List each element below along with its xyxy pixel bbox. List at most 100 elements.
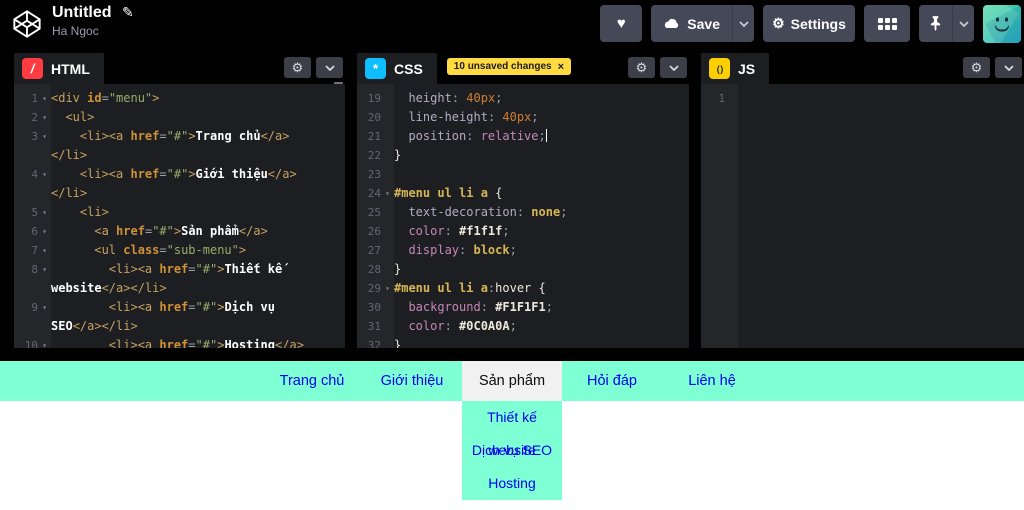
- chevron-down-icon: [1004, 65, 1014, 71]
- html-settings-button[interactable]: ⚙: [284, 57, 311, 78]
- code-line[interactable]: 24▾#menu ul li a {: [357, 184, 689, 203]
- html-code-editor[interactable]: 1▾<div id="menu">2▾ <ul>3▾ <li><a href="…: [14, 84, 345, 348]
- code-line[interactable]: website</a></li>: [14, 279, 345, 298]
- menu-item[interactable]: Hỏi đáp: [562, 361, 662, 401]
- menu-link[interactable]: Hỏi đáp: [587, 373, 637, 389]
- menu-item[interactable]: Sản phẩm: [462, 361, 562, 401]
- code-line[interactable]: 7▾ <ul class="sub-menu">: [14, 241, 345, 260]
- fold-arrow-icon[interactable]: ▾: [38, 241, 51, 260]
- pin-button[interactable]: [919, 5, 952, 42]
- menu-link[interactable]: Giới thiệu: [381, 373, 444, 389]
- code-line[interactable]: 2▾ <ul>: [14, 108, 345, 127]
- menu-link[interactable]: Trang chủ: [280, 373, 345, 389]
- code-line[interactable]: 19 height: 40px;: [357, 89, 689, 108]
- fold-spacer: [381, 165, 394, 184]
- code-line[interactable]: 10▾ <li><a href="#">Hosting</a>: [14, 336, 345, 348]
- fold-arrow-icon[interactable]: ▾: [38, 89, 51, 108]
- html-collapse-button[interactable]: [316, 57, 343, 78]
- settings-button[interactable]: ⚙ Settings: [763, 5, 855, 42]
- code-line[interactable]: SEO</a></li>: [14, 317, 345, 336]
- css-collapse-button[interactable]: [660, 57, 687, 78]
- code-line[interactable]: 31 color: #0C0A0A;: [357, 317, 689, 336]
- pin-dropdown-button[interactable]: [952, 5, 974, 42]
- chevron-down-icon: [325, 65, 335, 71]
- code-line[interactable]: 25 text-decoration: none;: [357, 203, 689, 222]
- fold-arrow-icon[interactable]: ▾: [38, 165, 51, 184]
- panel-css: *CSS 10 unsaved changes× ⚙ 19 height: 40px;…: [357, 53, 689, 348]
- save-dropdown-button[interactable]: [732, 5, 754, 42]
- line-number: [14, 146, 38, 165]
- menu-link[interactable]: Sản phẩm: [479, 373, 545, 389]
- submenu-link[interactable]: Hosting: [488, 475, 535, 491]
- code-line[interactable]: 29▾#menu ul li a:hover {: [357, 279, 689, 298]
- code-line[interactable]: 1: [701, 89, 1024, 108]
- css-settings-button[interactable]: ⚙: [628, 57, 655, 78]
- js-collapse-button[interactable]: [995, 57, 1022, 78]
- fold-arrow-icon[interactable]: ▾: [38, 108, 51, 127]
- tab-html[interactable]: /HTML: [14, 53, 104, 84]
- fold-arrow-icon[interactable]: ▾: [38, 222, 51, 241]
- code-line[interactable]: 6▾ <a href="#">Sản phẩm</a>: [14, 222, 345, 241]
- line-number: [14, 184, 38, 203]
- save-button[interactable]: Save: [651, 5, 732, 42]
- fold-arrow-icon[interactable]: ▾: [38, 260, 51, 279]
- submenu-item[interactable]: Dịch vụ SEO: [462, 434, 562, 467]
- code-line[interactable]: 23: [357, 165, 689, 184]
- fold-arrow-icon[interactable]: ▾: [381, 184, 394, 203]
- code-line[interactable]: 22}: [357, 146, 689, 165]
- line-number: 10: [14, 336, 38, 348]
- code-line[interactable]: 3▾ <li><a href="#">Trang chủ</a>: [14, 127, 345, 146]
- fold-arrow-icon[interactable]: ▾: [38, 203, 51, 222]
- code-line[interactable]: 30 background: #F1F1F1;: [357, 298, 689, 317]
- css-code-editor[interactable]: 19 height: 40px;20 line-height: 40px;21 …: [357, 84, 689, 348]
- pencil-icon[interactable]: ✎: [122, 4, 134, 20]
- code-line[interactable]: 8▾ <li><a href="#">Thiết kế: [14, 260, 345, 279]
- code-line[interactable]: </li>: [14, 184, 345, 203]
- heart-icon: ♥: [617, 15, 626, 32]
- fold-arrow-icon[interactable]: ▾: [38, 298, 51, 317]
- submenu-item[interactable]: Thiết kế website: [462, 401, 562, 434]
- gear-icon: ⚙: [971, 60, 983, 76]
- tab-js[interactable]: ( )JS: [701, 53, 769, 84]
- menu-item[interactable]: Trang chủ: [262, 361, 362, 401]
- line-number: 28: [357, 260, 381, 279]
- fold-spacer: [381, 260, 394, 279]
- submenu-item[interactable]: Hosting: [462, 467, 562, 500]
- fold-spacer: [38, 146, 51, 165]
- code-line[interactable]: 4▾ <li><a href="#">Giới thiệu</a>: [14, 165, 345, 184]
- unsaved-changes-badge[interactable]: 10 unsaved changes×: [447, 58, 571, 75]
- js-code-editor[interactable]: 1: [701, 84, 1024, 348]
- line-number: 24: [357, 184, 381, 203]
- code-line[interactable]: 28}: [357, 260, 689, 279]
- js-settings-button[interactable]: ⚙: [963, 57, 990, 78]
- code-line[interactable]: </li>: [14, 146, 345, 165]
- menu-link[interactable]: Liên hệ: [688, 373, 736, 389]
- fold-arrow-icon[interactable]: ▾: [38, 336, 51, 348]
- fold-spacer: [381, 108, 394, 127]
- code-line[interactable]: 20 line-height: 40px;: [357, 108, 689, 127]
- code-line[interactable]: 1▾<div id="menu">: [14, 89, 345, 108]
- tab-css[interactable]: *CSS: [357, 53, 437, 84]
- code-line[interactable]: 21 position: relative;: [357, 127, 689, 146]
- fold-arrow-icon[interactable]: ▾: [381, 279, 394, 298]
- fold-spacer: [381, 336, 394, 348]
- fold-arrow-icon[interactable]: ▾: [38, 127, 51, 146]
- layout-view-button[interactable]: [864, 5, 910, 42]
- submenu-link[interactable]: Dịch vụ SEO: [472, 442, 552, 458]
- code-line[interactable]: 26 color: #f1f1f;: [357, 222, 689, 241]
- code-line[interactable]: 27 display: block;: [357, 241, 689, 260]
- code-text: website</a></li>: [51, 279, 345, 298]
- codepen-logo[interactable]: [12, 9, 42, 39]
- code-line[interactable]: 5▾ <li>: [14, 203, 345, 222]
- menu-item[interactable]: Giới thiệu: [362, 361, 462, 401]
- line-number: 31: [357, 317, 381, 336]
- code-line[interactable]: 9▾ <li><a href="#">Dịch vụ: [14, 298, 345, 317]
- menu-item[interactable]: Liên hệ: [662, 361, 762, 401]
- gear-icon: ⚙: [636, 60, 648, 76]
- code-line[interactable]: 32}: [357, 336, 689, 348]
- like-button[interactable]: ♥: [600, 5, 642, 42]
- close-icon[interactable]: ×: [558, 61, 564, 73]
- user-avatar[interactable]: [983, 5, 1021, 43]
- pen-title: Untitled: [52, 4, 112, 22]
- save-button-group: Save: [651, 5, 754, 42]
